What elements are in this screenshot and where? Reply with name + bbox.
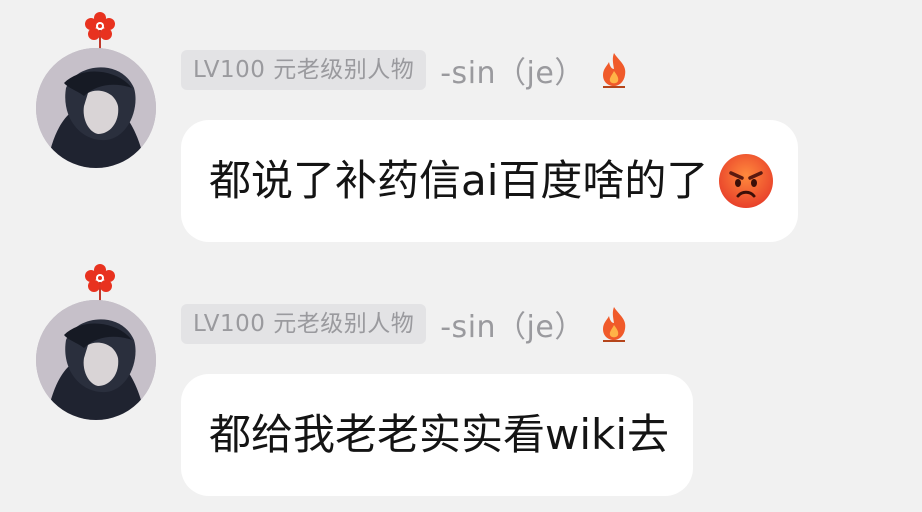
message-text: 都给我老老实实看wiki去 [209, 410, 670, 459]
avatar-container[interactable] [36, 262, 156, 420]
message-bubble[interactable]: 都说了补药信ai百度啥的了 [181, 120, 799, 242]
chat-message: LV100 元老级别人物 -sin（je） 都给我老老实实看wiki去 [0, 262, 922, 512]
level-badge: LV100 元老级别人物 [181, 50, 427, 90]
avatar-container[interactable] [36, 10, 156, 168]
avatar-image [36, 48, 156, 168]
avatar[interactable] [36, 300, 156, 420]
message-meta: LV100 元老级别人物 -sin（je） [181, 302, 631, 346]
message-meta: LV100 元老级别人物 -sin（je） [181, 48, 631, 92]
chat-message: LV100 元老级别人物 -sin（je） 都说了补药信ai百度啥的了 [0, 10, 922, 250]
message-bubble[interactable]: 都给我老老实实看wiki去 [181, 374, 694, 496]
username[interactable]: -sin（je） [440, 302, 585, 346]
fire-icon [602, 53, 626, 88]
avatar[interactable] [36, 48, 156, 168]
username[interactable]: -sin（je） [440, 48, 585, 92]
message-text: 都说了补药信ai百度啥的了 [209, 156, 709, 205]
level-badge: LV100 元老级别人物 [181, 304, 427, 344]
avatar-image [36, 300, 156, 420]
angry-face-emoji [719, 154, 774, 208]
fire-icon [602, 307, 626, 342]
